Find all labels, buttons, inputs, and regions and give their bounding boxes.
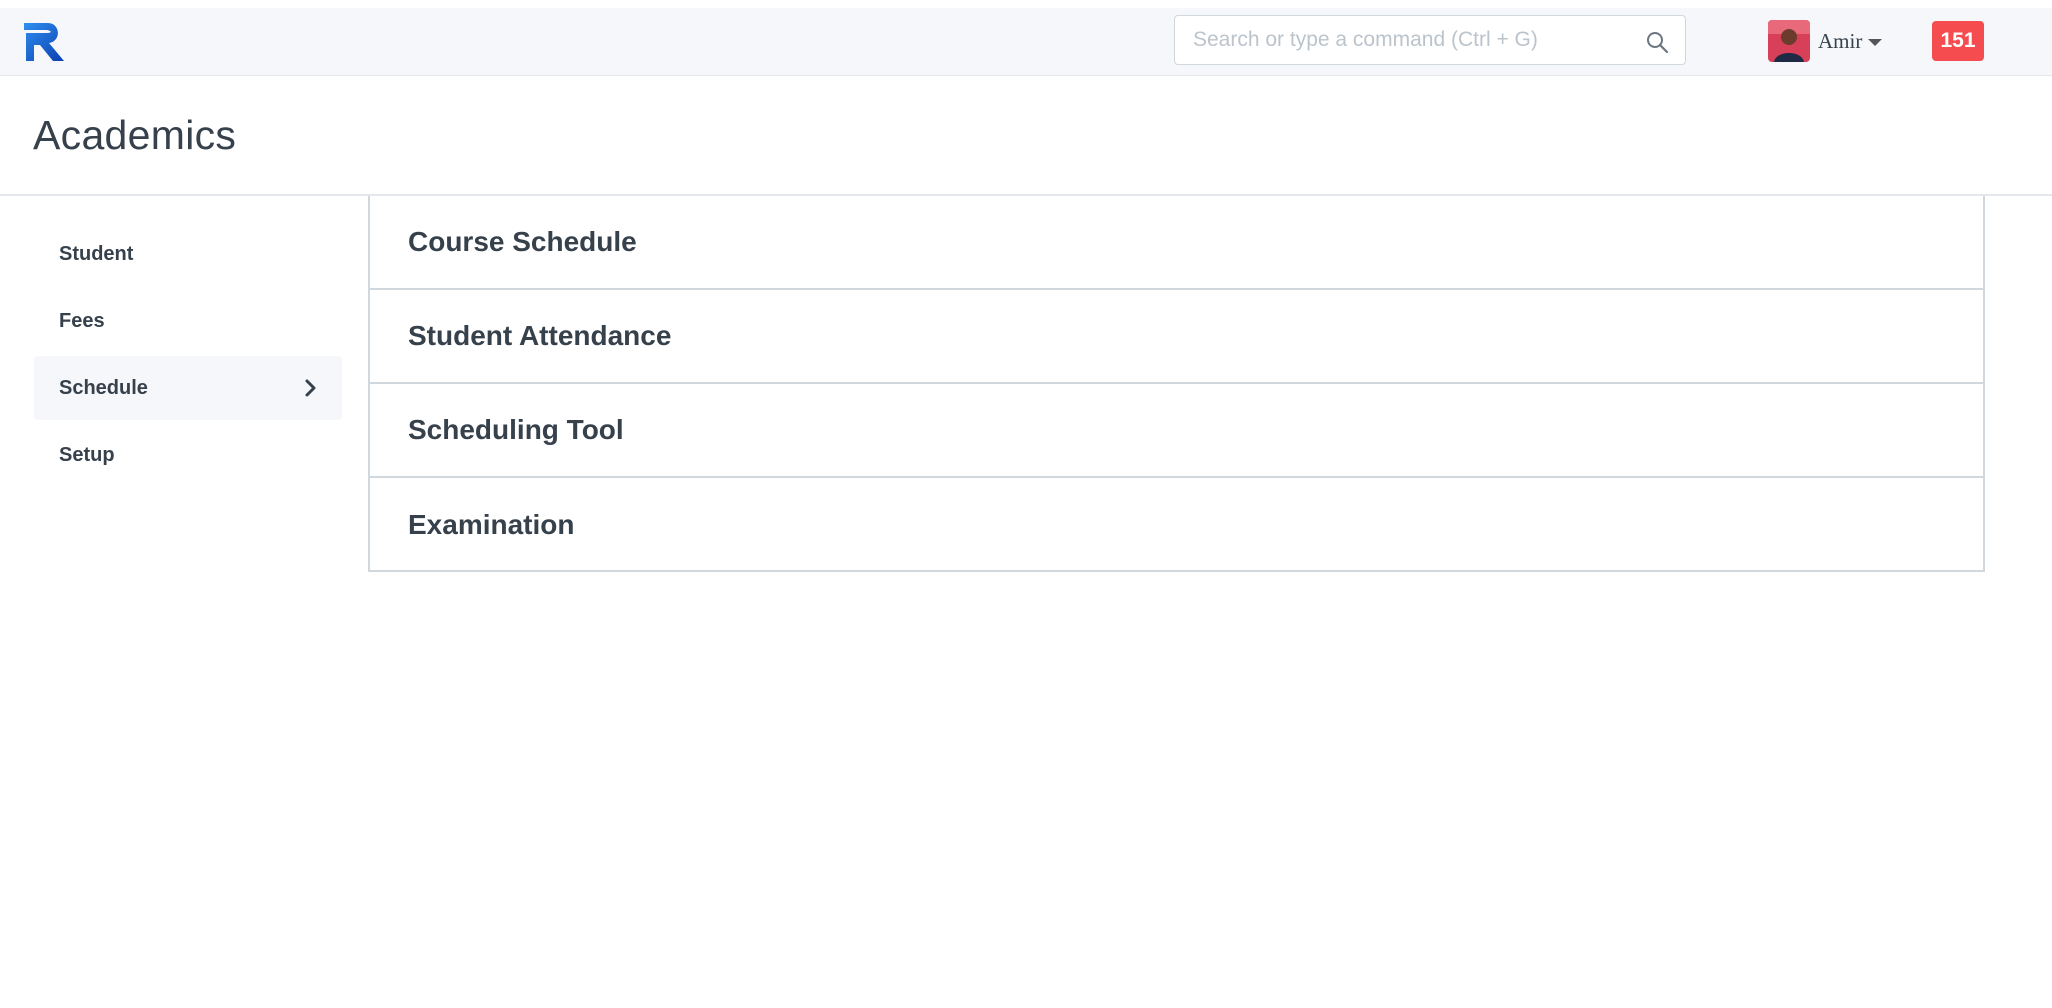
section-student-attendance[interactable]: Student Attendance — [370, 290, 1983, 384]
r-logo-icon[interactable] — [22, 21, 66, 63]
caret-down-icon — [1868, 39, 1883, 46]
section-scheduling-tool[interactable]: Scheduling Tool — [370, 384, 1983, 478]
search-icon[interactable] — [1645, 30, 1669, 54]
sidebar-item-label: Schedule — [59, 376, 148, 399]
section-examination[interactable]: Examination — [370, 478, 1983, 572]
sidebar-item-setup[interactable]: Setup — [34, 423, 342, 487]
avatar[interactable] — [1768, 20, 1810, 62]
sidebar-item-schedule[interactable]: Schedule — [34, 356, 342, 420]
sidebar: Student Fees Schedule Setup — [34, 222, 342, 490]
search-box[interactable] — [1174, 15, 1686, 65]
notification-badge[interactable]: 151 — [1932, 21, 1984, 61]
sidebar-item-label: Setup — [59, 443, 115, 466]
chevron-right-icon — [305, 379, 316, 397]
sidebar-item-label: Student — [59, 242, 134, 265]
sidebar-item-label: Fees — [59, 309, 105, 332]
section-title: Course Schedule — [408, 226, 637, 257]
section-title: Scheduling Tool — [408, 414, 624, 445]
section-title: Examination — [408, 509, 575, 540]
page-title: Academics — [33, 112, 237, 158]
page-header: Academics — [0, 76, 2052, 196]
user-menu[interactable]: Amir — [1818, 26, 1883, 56]
user-name: Amir — [1818, 28, 1863, 53]
section-list: Course Schedule Student Attendance Sched… — [368, 196, 1985, 572]
sidebar-item-fees[interactable]: Fees — [34, 289, 342, 353]
top-navbar: Amir 151 — [0, 8, 2052, 76]
sidebar-item-student[interactable]: Student — [34, 222, 342, 286]
search-input[interactable] — [1175, 16, 1635, 64]
section-course-schedule[interactable]: Course Schedule — [370, 196, 1983, 290]
section-title: Student Attendance — [408, 320, 672, 351]
